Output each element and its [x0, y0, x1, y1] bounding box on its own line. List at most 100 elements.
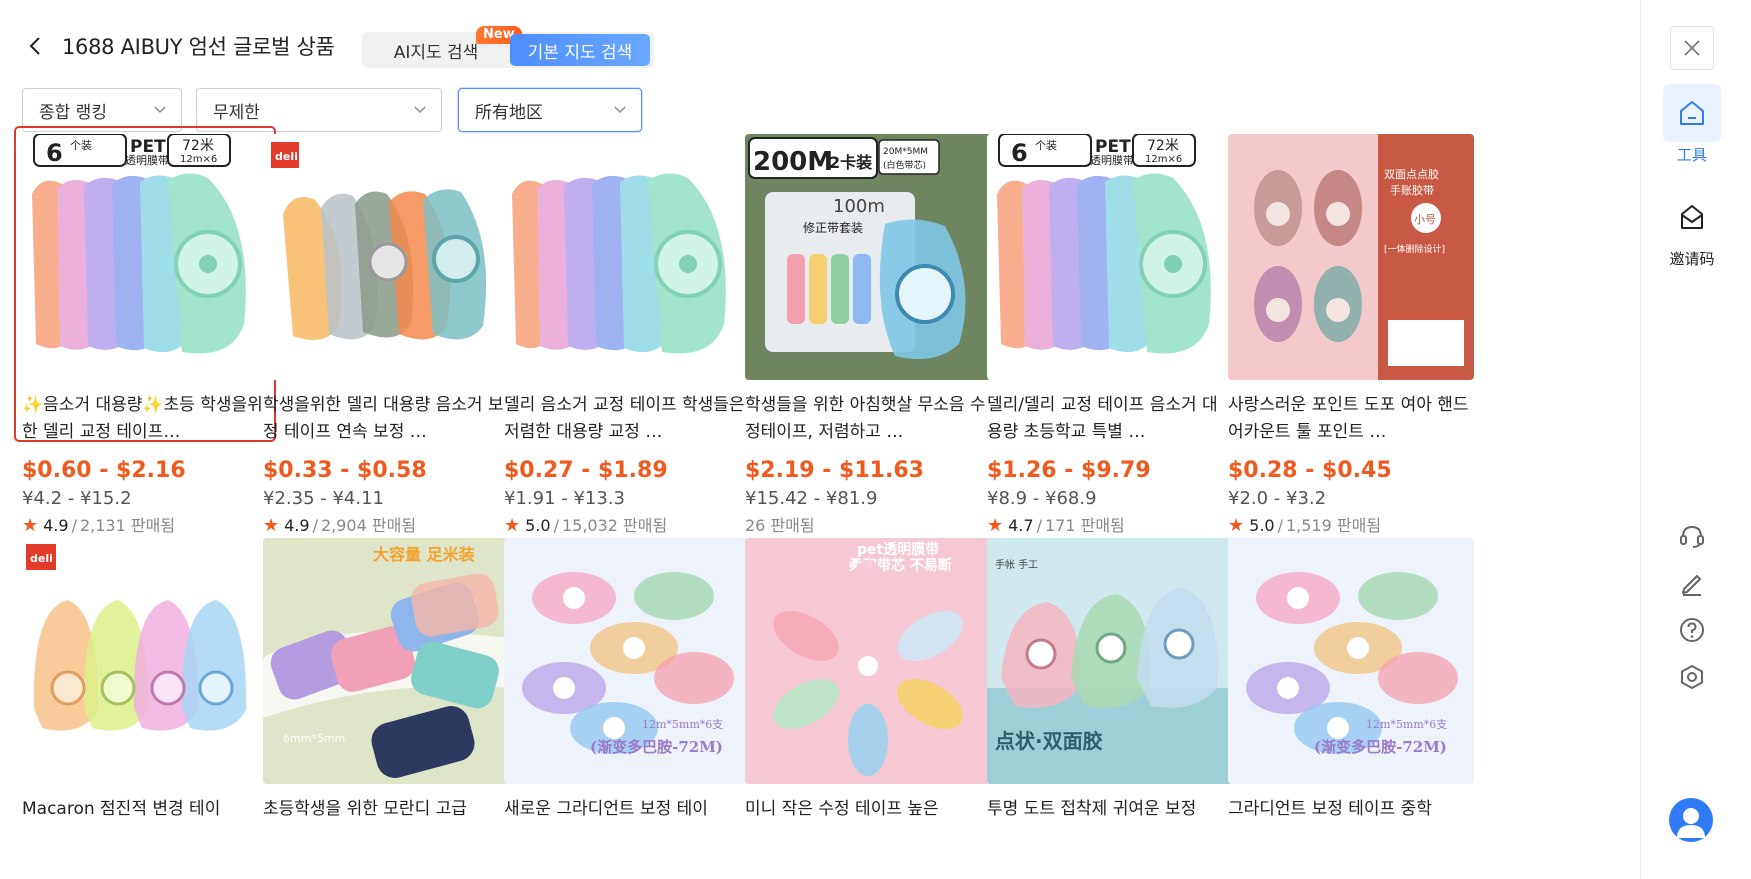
image-text-a: 200M [753, 147, 833, 177]
close-button[interactable] [1670, 26, 1714, 70]
product-title[interactable]: 델리 음소거 교정 테이프 학생들은 저렴한 대용량 교정 … [504, 392, 750, 446]
rating-value: 4.9 [43, 516, 69, 535]
sidebar-item-tools[interactable]: 工具 [1660, 84, 1724, 165]
product-image: 双面点点胶 手账胶带 小号 [一体删除设计] [1228, 134, 1474, 380]
edit-icon[interactable] [1674, 565, 1710, 601]
region-dropdown[interactable]: 所有地区 [458, 88, 642, 132]
image-text-a: 12m*5mm*6支 [642, 718, 723, 731]
sold-count: 15,032 판매됨 [561, 516, 668, 535]
product-image: 手帐 手工 点状·双面胶 [987, 538, 1233, 784]
price-range-dropdown[interactable]: 무제한 [196, 88, 442, 132]
length-text: 72米 [182, 138, 214, 154]
sort-dropdown[interactable]: 종합 랭킹 [22, 88, 182, 132]
image-text-f: 100m [833, 196, 885, 217]
pack-count-text: 6 [1011, 139, 1028, 167]
product-card[interactable]: deli 학생을위한 델리 대용량 음소거 보정 테이프 연속 보정 … $0.… [263, 134, 509, 536]
sold-count: 171 판매됨 [1044, 516, 1125, 535]
sold-count: 2,131 판매됨 [79, 516, 176, 535]
rating-row: ★ 4.7 / 171 판매됨 [987, 512, 1233, 540]
image-text-a: 大容量 足米装 [373, 545, 475, 564]
sort-dropdown-value: 종합 랭킹 [39, 102, 107, 123]
image-text-a: pet透明膜带 [857, 541, 939, 558]
image-text-b: 手账胶带 [1390, 183, 1434, 197]
product-title[interactable]: 새로운 그라디언트 보정 테이 [504, 796, 750, 850]
customer-service-icon[interactable] [1674, 518, 1710, 554]
star-icon: ★ [22, 515, 39, 536]
sidebar-item-label: 工具 [1676, 146, 1707, 164]
price-cny: ¥4.2 - ¥15.2 [22, 488, 132, 509]
product-title[interactable]: 델리/델리 교정 테이프 음소거 대용량 초등학교 특별 … [987, 392, 1233, 446]
brand-logo-text: deli [275, 150, 298, 163]
chevron-down-icon [414, 106, 426, 113]
star-icon: ★ [987, 515, 1004, 536]
product-card[interactable]: 6 个装 PET 透明膜带 72米 12m×6 ✨음소거 대용량✨초등 학생을위… [14, 126, 276, 536]
page-header: 1688 AIBUY 엄선 글로벌 상품 [28, 26, 335, 66]
price-usd: $0.60 - $2.16 [22, 458, 186, 483]
pet-sub-text: 透明膜带 [125, 154, 169, 167]
price-cny: ¥2.35 - ¥4.11 [263, 488, 384, 509]
product-image: 12m*5mm*6支 (渐变多巴胺-72M) [504, 538, 750, 784]
sold-count: 2,904 판매됨 [320, 516, 417, 535]
separator: / [1277, 516, 1283, 535]
image-text-b: 2卡装 [829, 153, 872, 172]
product-title[interactable]: 학생을위한 델리 대용량 음소거 보정 테이프 연속 보정 … [263, 392, 509, 446]
chevron-down-icon [154, 106, 166, 113]
product-title[interactable]: 미니 작은 수정 테이프 높은 [745, 796, 991, 850]
product-title[interactable]: Macaron 점진적 변경 테이 [22, 796, 268, 850]
price-cny: ¥8.9 - ¥68.9 [987, 488, 1097, 509]
product-image: 6 个装 PET 透明膜带 72米 12m×6 [987, 134, 1233, 380]
settings-hexagon-icon[interactable] [1674, 659, 1710, 695]
separator: / [312, 516, 318, 535]
rating-value: 4.9 [284, 516, 310, 535]
rating-row: ★ 5.0 / 15,032 판매됨 [504, 512, 750, 540]
chevron-down-icon [614, 106, 626, 113]
product-card[interactable]: 大容量 足米装 6mm*5mm 초등학생을 위한 모란디 고급 [263, 538, 509, 834]
product-image: 6 个装 PET 透明膜带 72米 12m×6 [22, 134, 268, 380]
sidebar-item-label: 邀请码 [1669, 250, 1715, 268]
product-card[interactable]: 手帐 手工 点状·双面胶 투명 도트 접착제 귀여운 보정 [987, 538, 1233, 834]
product-card[interactable]: 200M 2卡装 20M*5MM (白色带芯) 100m 修正带套装 학생들을 … [745, 134, 991, 535]
price-cny: ¥15.42 - ¥81.9 [745, 488, 878, 509]
pack-unit-text: 个装 [70, 139, 92, 152]
product-title[interactable]: 투명 도트 접착제 귀여운 보정 [987, 796, 1233, 850]
price-cny: ¥2.0 - ¥3.2 [1228, 488, 1327, 509]
image-text-c: 20M*5MM [883, 147, 928, 157]
sidebar-item-invite[interactable]: 邀请码 [1660, 188, 1724, 269]
back-button[interactable] [28, 26, 56, 66]
price-usd: $0.28 - $0.45 [1228, 458, 1392, 483]
product-card[interactable]: pet透明膜带 柔和带芯 不易断 미니 작은 수정 테이프 높은 [745, 538, 991, 834]
product-title[interactable]: 학생들을 위한 아침햇살 무소음 수정테이프, 저렴하고 … [745, 392, 991, 446]
basic-search-tab[interactable]: 기본 지도 검색 [510, 34, 650, 66]
product-image: pet透明膜带 柔和带芯 不易断 [745, 538, 991, 784]
pet-sub-text: 透明膜带 [1090, 154, 1134, 167]
product-card[interactable]: 12m*5mm*6支 (渐变多巴胺-72M) 그라디언트 보정 테이프 중학 [1228, 538, 1474, 834]
product-title[interactable]: 초등학생을 위한 모란디 고급 [263, 796, 509, 850]
close-icon [1684, 40, 1700, 56]
product-image: 200M 2卡装 20M*5MM (白色带芯) 100m 修正带套装 [745, 134, 991, 380]
product-card[interactable]: 12m*5mm*6支 (渐变多巴胺-72M) 새로운 그라디언트 보정 테이 [504, 538, 750, 834]
price-usd: $0.27 - $1.89 [504, 458, 668, 483]
pack-unit-text: 个装 [1035, 139, 1057, 152]
product-card[interactable]: 델리 음소거 교정 테이프 학생들은 저렴한 대용량 교정 … $0.27 - … [504, 134, 750, 536]
separator: / [553, 516, 559, 535]
price-range-dropdown-value: 무제한 [213, 102, 260, 123]
star-icon: ★ [504, 515, 521, 536]
sold-count: 1,519 판매됨 [1285, 516, 1382, 535]
image-text-b: 6mm*5mm [283, 732, 345, 745]
avatar[interactable] [1669, 798, 1713, 842]
rating-row: ★ 4.9 / 2,904 판매됨 [263, 512, 509, 540]
product-title[interactable]: ✨음소거 대용량✨초등 학생을위한 델리 교정 테이프… [22, 392, 268, 446]
product-title[interactable]: 사랑스러운 포인트 도포 여아 핸드 어카운트 툴 포인트 … [1228, 392, 1474, 446]
image-text-a: 双面点点胶 [1384, 167, 1439, 181]
product-card[interactable]: 6 个装 PET 透明膜带 72米 12m×6 델리/델리 교정 테이프 음소거… [987, 134, 1233, 536]
star-icon: ★ [1228, 515, 1245, 536]
product-image: deli [263, 134, 509, 380]
price-usd: $2.19 - $11.63 [745, 458, 924, 483]
rating-row: ★ 4.9 / 2,131 판매됨 [22, 512, 268, 540]
product-card[interactable]: 双面点点胶 手账胶带 小号 [一体删除设计] 사랑스러운 포인트 도포 여아 핸… [1228, 134, 1474, 536]
product-card[interactable]: deli Macaron 점진적 변경 테이 [22, 538, 268, 834]
product-title[interactable]: 그라디언트 보정 테이프 중학 [1228, 796, 1474, 850]
help-icon[interactable] [1674, 612, 1710, 648]
image-text-a: 手帐 手工 [995, 558, 1038, 571]
rating-value: 4.7 [1008, 516, 1034, 535]
